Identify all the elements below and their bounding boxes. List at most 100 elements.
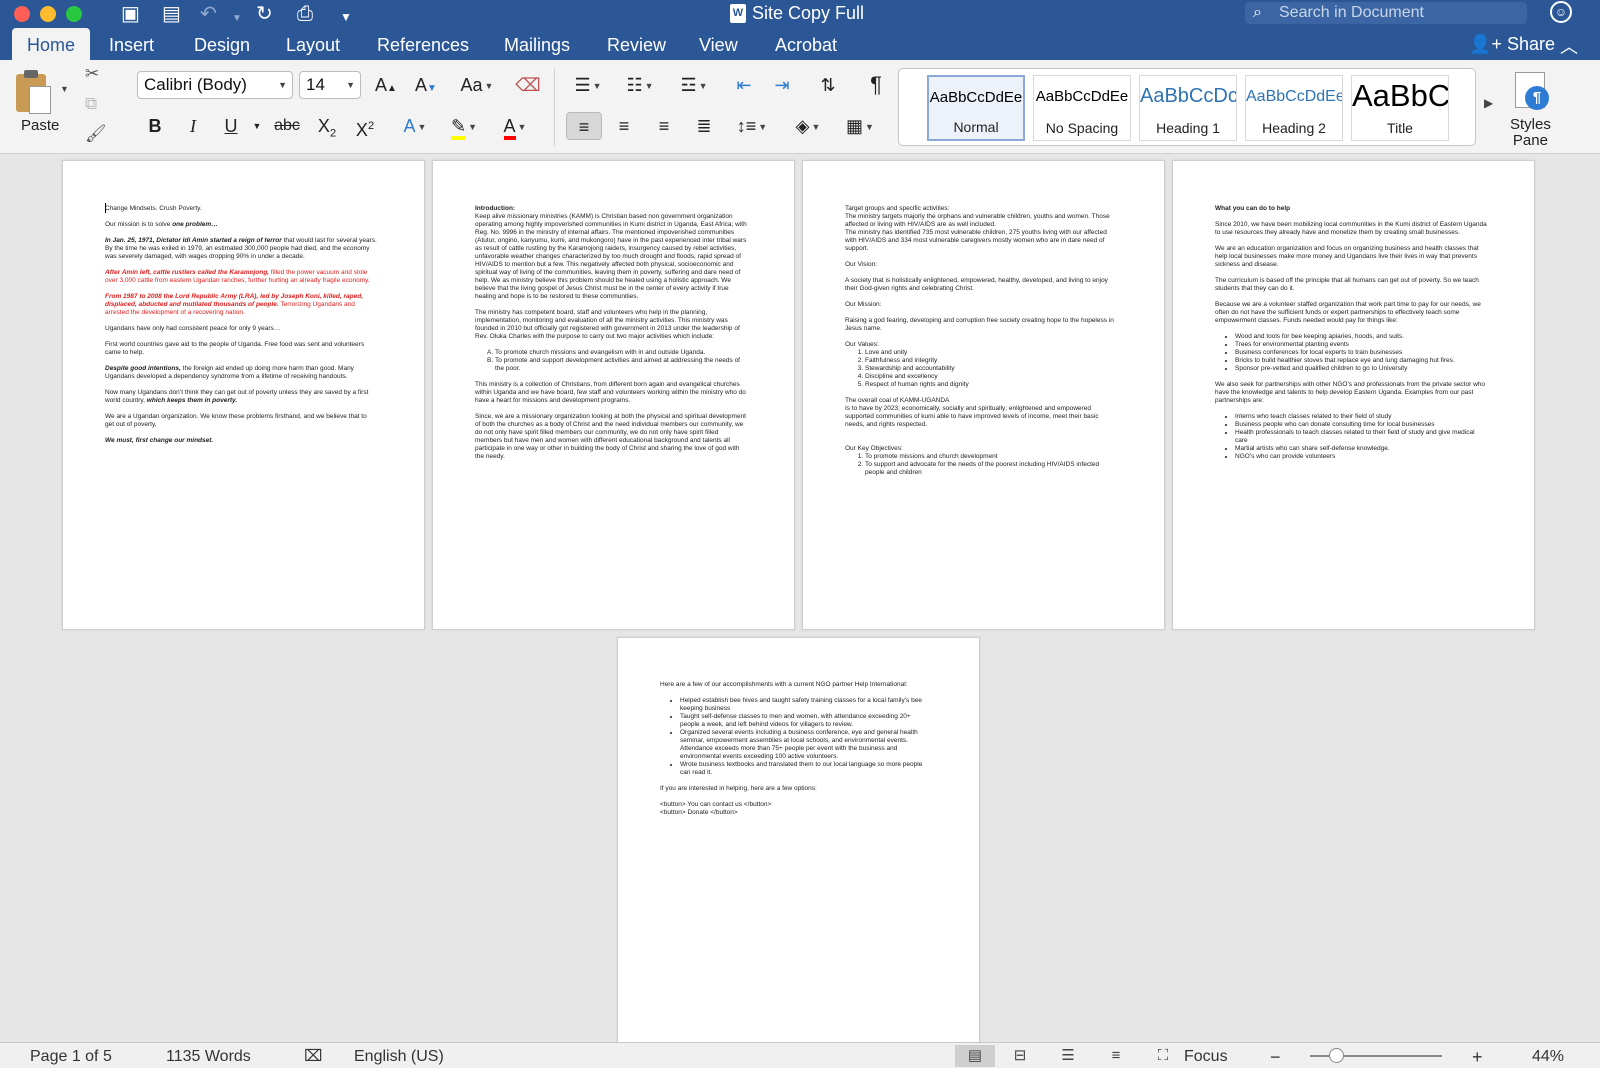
decrease-indent-icon: ⇤: [736, 75, 752, 95]
font-name-dropdown[interactable]: Calibri (Body) ▼: [137, 71, 293, 99]
heading: Our Vision:: [845, 261, 878, 268]
paragraph: Keep alive missionary ministries (KAMM) …: [475, 213, 747, 300]
numbering-button[interactable]: ☷ ▼: [618, 71, 662, 99]
language[interactable]: English (US): [354, 1046, 444, 1068]
word-count[interactable]: 1135 Words: [166, 1046, 251, 1068]
tab-home[interactable]: Home: [12, 28, 91, 60]
subscript-button[interactable]: X2: [310, 112, 344, 140]
pilcrow-icon: ¶: [1525, 86, 1549, 110]
align-right-button[interactable]: ≡: [646, 112, 682, 140]
zoom-level[interactable]: 44%: [1532, 1046, 1564, 1068]
underline-options-dropdown[interactable]: ▼: [250, 112, 264, 140]
redo-icon[interactable]: ↻: [256, 3, 273, 25]
undo-dropdown-icon[interactable]: ▼: [232, 8, 242, 30]
tab-layout[interactable]: Layout: [271, 28, 355, 60]
decrease-indent-button[interactable]: ⇤: [727, 71, 761, 99]
web-layout-view-button[interactable]: ⊟: [1000, 1045, 1040, 1067]
line-spacing-button[interactable]: ↕≡ ▼: [730, 112, 774, 140]
feedback-smiley-icon[interactable]: ☺: [1550, 1, 1572, 23]
eraser-icon: ⌫: [515, 75, 541, 95]
show-formatting-marks-button[interactable]: ¶: [858, 71, 894, 99]
draft-view-button[interactable]: ≡: [1096, 1045, 1136, 1067]
grow-font-button[interactable]: A▲: [370, 71, 402, 99]
cut-icon[interactable]: ✂: [85, 64, 99, 84]
style-title[interactable]: AaBbC Title: [1351, 75, 1449, 141]
search-in-document-field[interactable]: ⌕ Search in Document: [1245, 2, 1527, 24]
tab-review[interactable]: Review: [592, 28, 681, 60]
multilevel-list-button[interactable]: ☲ ▼: [670, 71, 718, 99]
align-center-button[interactable]: ≡: [606, 112, 642, 140]
borders-button[interactable]: ▦ ▼: [838, 112, 882, 140]
share-button[interactable]: 👤+ Share: [1469, 28, 1555, 60]
sort-button[interactable]: ⇅: [810, 71, 846, 99]
more-styles-arrow-icon[interactable]: ▶: [1484, 96, 1493, 110]
align-left-button[interactable]: ≡: [566, 112, 602, 140]
paste-button[interactable]: [16, 70, 52, 114]
tab-mailings[interactable]: Mailings: [489, 28, 585, 60]
zoom-in-button[interactable]: +: [1472, 1046, 1483, 1068]
heading: Our Values:: [845, 341, 879, 348]
zoom-out-button[interactable]: −: [1270, 1046, 1281, 1068]
shading-button[interactable]: ◈ ▼: [786, 112, 830, 140]
paragraph: <button> Donate </button>: [660, 809, 738, 816]
document-page-3[interactable]: Target groups and specific activities: T…: [802, 160, 1165, 630]
italic-button[interactable]: I: [178, 112, 208, 140]
superscript-button[interactable]: X2: [348, 112, 382, 140]
bold-button[interactable]: B: [140, 112, 170, 140]
tab-acrobat[interactable]: Acrobat: [760, 28, 852, 60]
save-icon[interactable]: ▤: [162, 3, 181, 25]
increase-indent-button[interactable]: ⇥: [765, 71, 799, 99]
tab-insert[interactable]: Insert: [94, 28, 169, 60]
tab-view[interactable]: View: [684, 28, 753, 60]
customize-toolbar-icon[interactable]: ▼: [340, 6, 352, 28]
font-color-button[interactable]: A ▼: [494, 112, 536, 140]
focus-mode-label[interactable]: Focus: [1184, 1046, 1228, 1068]
proofing-icon[interactable]: ⌧: [304, 1046, 322, 1068]
change-case-button[interactable]: Aa ▼: [455, 71, 499, 99]
text-highlight-color-button[interactable]: ✎ ▼: [443, 112, 485, 140]
font-size-dropdown[interactable]: 14 ▼: [299, 71, 361, 99]
tab-design[interactable]: Design: [179, 28, 265, 60]
styles-pane-button[interactable]: ¶: [1515, 72, 1553, 112]
copy-icon[interactable]: ⧉: [85, 94, 97, 114]
print-icon[interactable]: ⎙: [297, 3, 313, 25]
line-spacing-icon: ↕≡: [736, 116, 757, 136]
format-painter-icon[interactable]: 🖌: [85, 124, 107, 144]
justify-button[interactable]: ≣: [686, 112, 722, 140]
sidebar-toggle-icon[interactable]: ▣: [121, 3, 140, 25]
zoom-slider-thumb[interactable]: [1329, 1048, 1345, 1063]
shrink-font-button[interactable]: A▼: [410, 71, 442, 99]
word-doc-icon: W: [730, 4, 746, 23]
chevron-down-icon: ▼: [758, 122, 768, 133]
tab-references[interactable]: References: [362, 28, 484, 60]
chevron-down-icon: ▼: [484, 81, 494, 92]
bullets-button[interactable]: ☰ ▼: [566, 71, 610, 99]
strikethrough-button[interactable]: abc: [268, 112, 306, 140]
focus-mode-icon[interactable]: ⛶: [1143, 1045, 1183, 1067]
clear-formatting-button[interactable]: ⌫: [510, 71, 546, 99]
draft-icon: ≡: [1111, 1047, 1121, 1064]
paste-options-dropdown[interactable]: ▼: [60, 84, 69, 94]
page-count[interactable]: Page 1 of 5: [30, 1046, 112, 1068]
close-window-button[interactable]: [14, 6, 30, 22]
underline-button[interactable]: U: [216, 112, 246, 140]
document-page-2[interactable]: Introduction: Keep alive missionary mini…: [432, 160, 795, 630]
document-page-4[interactable]: What you can do to help Since 2010, we h…: [1172, 160, 1535, 630]
minimize-window-button[interactable]: [40, 6, 56, 22]
style-no-spacing[interactable]: AaBbCcDdEe No Spacing: [1033, 75, 1131, 141]
list-item: Stewardship and accountability: [865, 365, 1117, 373]
collapse-ribbon-icon[interactable]: ︿: [1560, 33, 1578, 59]
document-page-1[interactable]: Change Mindsets. Crush Poverty. Our miss…: [62, 160, 425, 630]
undo-icon[interactable]: ↶: [200, 3, 217, 25]
style-heading-2[interactable]: AaBbCcDdEe Heading 2: [1245, 75, 1343, 141]
document-canvas[interactable]: Change Mindsets. Crush Poverty. Our miss…: [0, 155, 1600, 1047]
text-effects-button[interactable]: A ▼: [395, 112, 435, 140]
style-heading-1[interactable]: AaBbCcDc Heading 1: [1139, 75, 1237, 141]
document-page-5[interactable]: Here are a few of our accomplishments wi…: [617, 637, 980, 1047]
print-layout-icon: ▤: [967, 1047, 983, 1064]
print-layout-view-button[interactable]: ▤: [955, 1045, 995, 1067]
style-normal[interactable]: AaBbCcDdEe Normal: [927, 75, 1025, 141]
outline-view-button[interactable]: ☰: [1048, 1045, 1088, 1067]
paragraph: <button> You can contact us </button>: [660, 801, 772, 808]
maximize-window-button[interactable]: [66, 6, 82, 22]
